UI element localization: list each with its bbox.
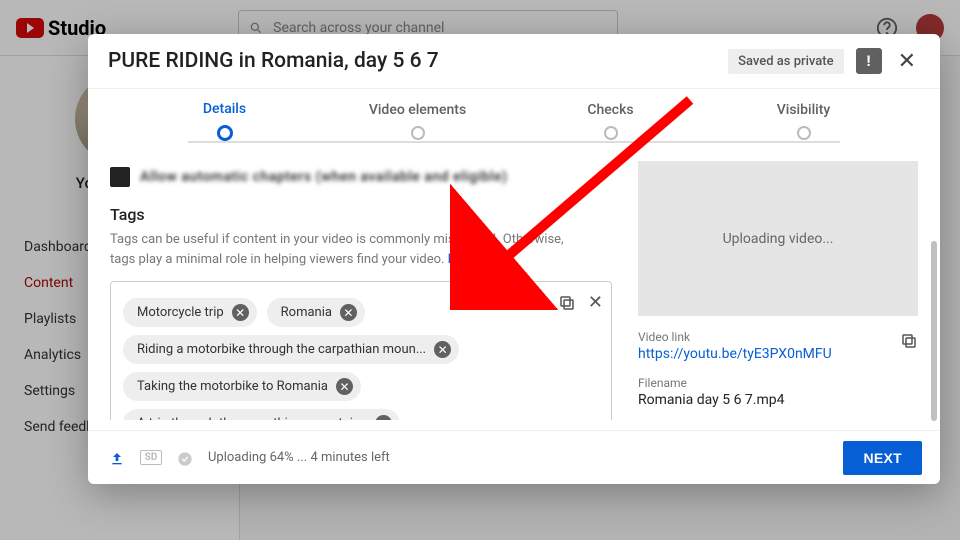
remove-tag-icon[interactable]: ✕: [375, 415, 392, 420]
step-visibility[interactable]: Visibility: [707, 102, 900, 140]
step-label: Checks: [587, 102, 633, 118]
dialog-title: PURE RIDING in Romania, day 5 6 7: [108, 49, 439, 73]
dialog-header: PURE RIDING in Romania, day 5 6 7 Saved …: [88, 34, 940, 89]
upload-icon: [106, 448, 128, 467]
step-checks[interactable]: Checks: [514, 102, 707, 140]
sd-badge-icon: SD: [140, 450, 162, 465]
next-button[interactable]: NEXT: [843, 441, 922, 475]
tag-chip[interactable]: Romania✕: [267, 298, 365, 327]
auto-chapters-row[interactable]: Allow automatic chapters (when available…: [110, 167, 612, 187]
filename-value: Romania day 5 6 7.mp4: [638, 392, 918, 408]
remove-tag-icon[interactable]: ✕: [340, 304, 357, 321]
remove-tag-icon[interactable]: ✕: [232, 304, 249, 321]
tag-chip[interactable]: Riding a motorbike through the carpathia…: [123, 335, 459, 364]
step-dot: [797, 126, 811, 140]
tags-section-description: Tags can be useful if content in your vi…: [110, 230, 590, 269]
tag-chip[interactable]: A trip through the carpathian mountains✕: [123, 409, 400, 420]
step-dot: [604, 126, 618, 140]
filename-label: Filename: [638, 376, 918, 390]
upload-dialog: PURE RIDING in Romania, day 5 6 7 Saved …: [88, 34, 940, 484]
scrollbar-thumb[interactable]: [931, 241, 937, 421]
checkbox-checked-icon[interactable]: [110, 167, 130, 187]
feedback-icon[interactable]: !: [856, 48, 882, 74]
learn-more-link[interactable]: Learn more: [448, 252, 514, 267]
auto-chapters-label: Allow automatic chapters (when available…: [140, 169, 507, 185]
remove-tag-icon[interactable]: ✕: [336, 378, 353, 395]
tag-chip[interactable]: Taking the motorbike to Romania✕: [123, 372, 361, 401]
checks-pending-icon: [174, 448, 196, 467]
tags-input[interactable]: ✕ Motorcycle trip✕ Romania✕ Riding a mot…: [110, 281, 612, 420]
step-dot: [411, 126, 425, 140]
details-left-column: Allow automatic chapters (when available…: [110, 161, 612, 420]
copy-link-icon[interactable]: [900, 330, 918, 351]
video-link-label: Video link: [638, 330, 918, 344]
tag-chip[interactable]: Motorcycle trip✕: [123, 298, 257, 327]
tags-section-title: Tags: [110, 205, 612, 224]
step-dot: [217, 125, 233, 141]
video-preview-placeholder: Uploading video...: [638, 161, 918, 316]
video-link[interactable]: https://youtu.be/tyE3PX0nMFU: [638, 346, 918, 362]
dialog-body: Allow automatic chapters (when available…: [88, 141, 940, 430]
remove-tag-icon[interactable]: ✕: [434, 341, 451, 358]
step-video-elements[interactable]: Video elements: [321, 102, 514, 140]
save-status-chip: Saved as private: [728, 49, 843, 74]
step-label: Visibility: [777, 102, 830, 118]
upload-status-text: Uploading 64% ... 4 minutes left: [208, 450, 390, 465]
step-label: Details: [203, 101, 246, 117]
details-right-column: Uploading video... Video link https://yo…: [638, 161, 918, 420]
preview-status-text: Uploading video...: [723, 231, 834, 247]
close-icon[interactable]: ✕: [894, 49, 920, 74]
clear-tags-icon[interactable]: ✕: [588, 292, 603, 313]
dialog-footer: SD Uploading 64% ... 4 minutes left NEXT: [88, 430, 940, 484]
step-label: Video elements: [369, 102, 466, 118]
copy-icon[interactable]: [558, 292, 576, 313]
step-details[interactable]: Details: [128, 101, 321, 141]
stepper: Details Video elements Checks Visibility: [88, 89, 940, 141]
